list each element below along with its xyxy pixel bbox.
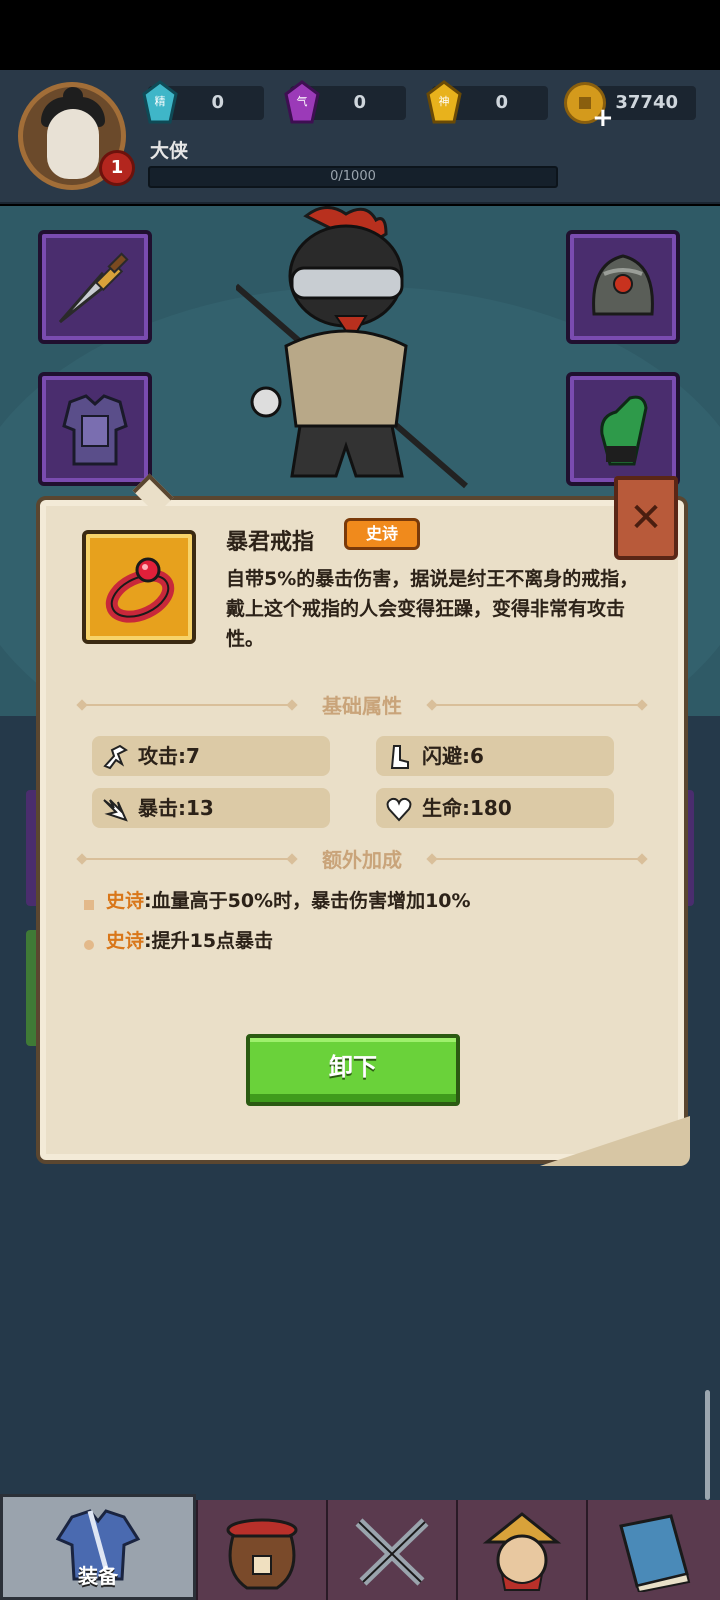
dodge-icon [390,745,409,769]
bottom-nav: 装备 [0,1494,720,1600]
dagger-icon [58,252,129,324]
bonus-bullet-2 [84,940,94,950]
slot-weapon[interactable] [38,230,152,344]
warrior-face-icon [482,1512,562,1591]
resource-shen-value: 0 [495,92,508,113]
player-level-badge: 1 [99,150,135,186]
armor-icon [62,394,128,466]
avatar-face [47,109,99,179]
stat-dodge: 闪避:6 [376,736,614,776]
bonus-line-1: 史诗:血量高于50%时，暴击伤害增加10% [106,890,471,912]
crossed-swords-icon [355,1518,429,1586]
add-gold-icon[interactable]: + [592,105,614,131]
book-icon [619,1514,691,1592]
xp-text: 0/1000 [330,169,376,184]
jing-gem-icon: 精 [140,80,180,126]
player-title: 大侠 [150,140,189,162]
item-description: 自带5%的暴击伤害，据说是纣王不离身的戒指，戴上这个戒指的人会变得狂躁，变得非常… [226,568,639,650]
glove-icon [600,395,648,466]
gold-value: 37740 [615,92,678,113]
wine-jar-icon [226,1518,298,1590]
crit-icon [103,799,128,822]
tab-codex[interactable] [586,1500,720,1600]
status-bar [0,0,720,70]
xp-bar: 0/1000 [148,166,558,188]
resource-jing-value: 0 [211,92,224,113]
slot-armor[interactable] [38,372,152,486]
close-icon: ✕ [629,495,663,541]
resource-shen[interactable]: 神 0 [426,80,548,124]
resource-jing[interactable]: 精 0 [142,80,264,124]
heart-icon [386,797,412,822]
item-icon-frame [82,530,196,644]
stat-crit: 暴击:13 [92,788,330,828]
bonus-bullet-1 [84,900,94,910]
helmet-icon [592,254,654,316]
tab-inventory[interactable] [196,1500,326,1600]
close-button[interactable]: ✕ [614,476,678,560]
slot-gloves[interactable] [566,372,680,486]
player-header: 1 大侠 0/1000 精 0 气 0 神 0 + 37740 [0,70,720,204]
shen-gem-icon: 神 [424,80,464,126]
item-detail-dialog: ✕ 暴君戒指 史诗 自带5%的暴击伤害，据说是纣王不离身的戒指，戴上这个戒指的人… [36,473,690,1172]
qi-gem-icon: 气 [282,80,322,126]
bonus-line-2: 史诗:提升15点暴击 [106,930,274,952]
tab-heroes[interactable] [456,1500,586,1600]
rarity-badge: 史诗 [344,518,420,550]
tab-equipment[interactable]: 装备 [0,1494,196,1600]
gold-counter[interactable]: + 37740 [564,82,696,131]
resource-qi-value: 0 [353,92,366,113]
unequip-button[interactable]: 卸下 [246,1034,460,1106]
slot-helmet[interactable] [566,230,680,344]
stat-hp: 生命:180 [376,788,614,828]
divider-right-2 [432,858,642,860]
item-name: 暴君戒指 [226,530,315,555]
scrollbar[interactable] [705,1390,710,1500]
tab-battle[interactable] [326,1500,456,1600]
resource-qi[interactable]: 气 0 [284,80,406,124]
ring-icon [105,557,175,623]
attack-icon [103,744,128,770]
tab-equipment-label: 装备 [78,1564,118,1588]
hero-character [236,206,468,489]
stat-attack: 攻击:7 [92,736,330,776]
divider-right [432,704,642,706]
